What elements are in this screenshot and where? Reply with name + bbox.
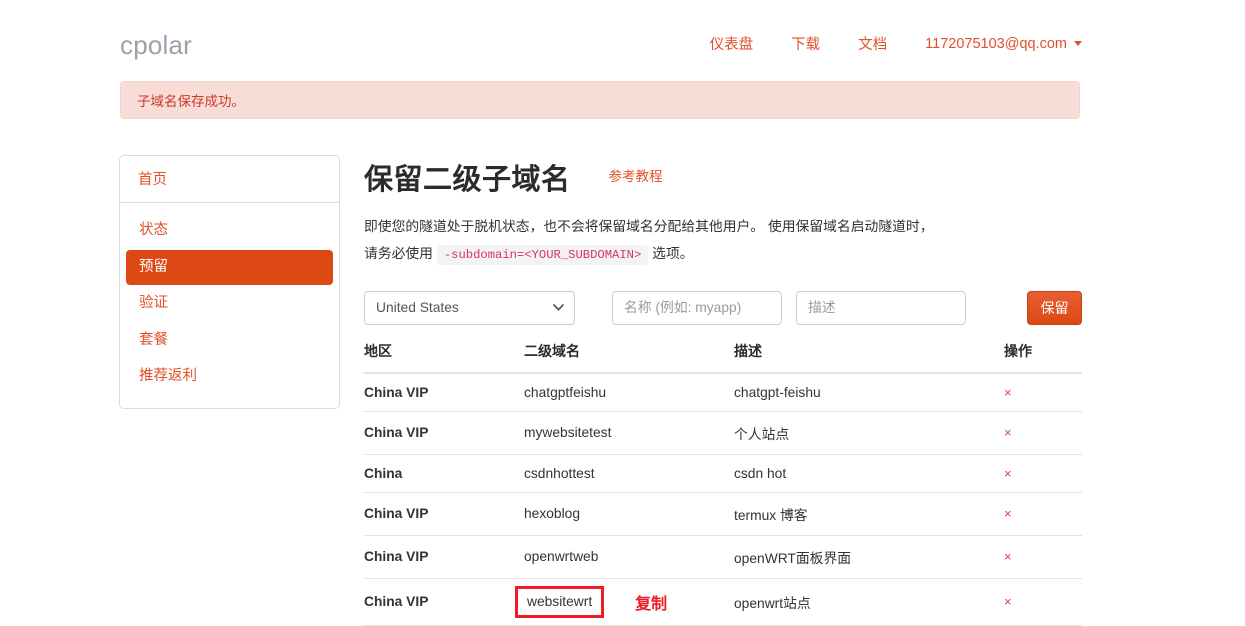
highlighted-domain-cell: websitewrt 复制 bbox=[515, 585, 734, 619]
column-header-domain: 二级域名 bbox=[524, 340, 734, 374]
table-row: China VIP openwrtweb openWRT面板界面 × bbox=[364, 535, 1082, 579]
table-row: China VIP mywebsitetest 个人站点 × bbox=[364, 411, 1082, 455]
cell-region: China VIP bbox=[364, 535, 524, 579]
cell-domain: chatgptfeishu bbox=[524, 372, 734, 412]
column-header-region: 地区 bbox=[364, 340, 524, 374]
top-navbar: cpolar 仪表盘 下载 文档 1172075103@qq.com bbox=[0, 0, 1245, 78]
copy-annotation-label: 复制 bbox=[635, 595, 668, 613]
nav-link-dashboard[interactable]: 仪表盘 bbox=[710, 33, 754, 54]
cell-domain: openwrtweb bbox=[524, 535, 734, 579]
sidebar-header: 首页 bbox=[120, 156, 339, 203]
sidebar-item-status[interactable]: 状态 bbox=[126, 213, 333, 249]
brand-logo[interactable]: cpolar bbox=[120, 30, 192, 61]
cell-region: China VIP bbox=[364, 492, 524, 536]
sidebar-item-reserved[interactable]: 预留 bbox=[126, 249, 333, 286]
cell-domain: websitewrt 复制 bbox=[515, 578, 734, 626]
page-title: 保留二级子域名 bbox=[364, 164, 571, 197]
cell-action: × bbox=[1004, 411, 1082, 455]
cell-action: × bbox=[1004, 492, 1082, 536]
table-row: China VIP websitewrt 复制 openwrt站点 × bbox=[364, 578, 1082, 626]
reserved-domains-table: 地区 二级域名 描述 操作 China VIP chatgptfeishu chat… bbox=[364, 340, 1082, 626]
cell-region: China VIP bbox=[364, 411, 524, 455]
nav-link-docs[interactable]: 文档 bbox=[858, 33, 887, 54]
delete-icon[interactable]: × bbox=[1004, 506, 1012, 521]
sidebar: 首页 状态 预留 验证 套餐 推荐返利 bbox=[119, 155, 340, 409]
sidebar-menu: 状态 预留 验证 套餐 推荐返利 bbox=[120, 203, 339, 408]
column-header-action: 操作 bbox=[1004, 340, 1082, 374]
cell-domain: mywebsitetest bbox=[524, 411, 734, 455]
sidebar-item-plan[interactable]: 套餐 bbox=[126, 323, 333, 359]
page-description: 即使您的隧道处于脱机状态，也不会将保留域名分配给其他用户。 使用保留域名启动隧道… bbox=[364, 214, 944, 268]
table-row: China VIP chatgptfeishu chatgpt-feishu × bbox=[364, 372, 1082, 412]
table-body: China VIP chatgptfeishu chatgpt-feishu × Chi… bbox=[364, 372, 1082, 626]
cell-description: 个人站点 bbox=[734, 411, 1004, 455]
delete-icon[interactable]: × bbox=[1004, 594, 1012, 609]
user-menu[interactable]: 1172075103@qq.com bbox=[925, 36, 1082, 52]
cell-description: chatgpt-feishu bbox=[734, 372, 1004, 412]
subdomain-code-snippet: -subdomain=<YOUR_SUBDOMAIN> bbox=[436, 244, 649, 265]
main-content: 保留二级子域名 参考教程 即使您的隧道处于脱机状态，也不会将保留域名分配给其他用… bbox=[364, 155, 1082, 626]
cell-region: China bbox=[364, 454, 524, 493]
nav-links: 仪表盘 下载 文档 1172075103@qq.com bbox=[710, 33, 1082, 54]
title-row: 保留二级子域名 参考教程 bbox=[364, 155, 1082, 197]
table-header-row: 地区 二级域名 描述 操作 bbox=[364, 340, 1082, 374]
sidebar-item-home[interactable]: 首页 bbox=[138, 172, 167, 188]
cell-domain: hexoblog bbox=[524, 492, 734, 536]
region-select-wrapper: United StatesChinaChina VIP bbox=[364, 290, 575, 325]
cell-action: × bbox=[1004, 454, 1082, 493]
annotation-box: websitewrt bbox=[515, 585, 605, 619]
chevron-down-icon bbox=[1074, 41, 1082, 46]
cell-action: × bbox=[1004, 578, 1082, 626]
delete-icon[interactable]: × bbox=[1004, 466, 1012, 481]
cell-description: termux 博客 bbox=[734, 492, 1004, 536]
table-row: China VIP hexoblog termux 博客 × bbox=[364, 492, 1082, 536]
cell-action: × bbox=[1004, 372, 1082, 412]
success-alert: 子域名保存成功。 bbox=[120, 81, 1080, 119]
sidebar-item-verify[interactable]: 验证 bbox=[126, 286, 333, 322]
delete-icon[interactable]: × bbox=[1004, 385, 1012, 400]
nav-link-download[interactable]: 下载 bbox=[791, 33, 820, 54]
sidebar-item-referral[interactable]: 推荐返利 bbox=[126, 359, 333, 395]
region-select[interactable]: United StatesChinaChina VIP bbox=[364, 290, 575, 325]
delete-icon[interactable]: × bbox=[1004, 425, 1012, 440]
cell-domain: csdnhottest bbox=[524, 454, 734, 493]
user-email-label: 1172075103@qq.com bbox=[925, 35, 1067, 52]
description-text-part2: 选项。 bbox=[652, 245, 694, 261]
alert-message: 子域名保存成功。 bbox=[137, 94, 245, 109]
reserve-save-button[interactable]: 保留 bbox=[1027, 290, 1082, 325]
cell-action: × bbox=[1004, 535, 1082, 579]
cell-region: China VIP bbox=[364, 578, 524, 626]
subdomain-name-input[interactable] bbox=[612, 290, 782, 325]
cell-description: openWRT面板界面 bbox=[734, 535, 1004, 579]
table-row: China csdnhottest csdn hot × bbox=[364, 454, 1082, 493]
cell-description: csdn hot bbox=[734, 454, 1004, 493]
delete-icon[interactable]: × bbox=[1004, 549, 1012, 564]
cell-description: openwrt站点 bbox=[734, 578, 1004, 626]
cell-region: China VIP bbox=[364, 372, 524, 412]
reserve-form: United StatesChinaChina VIP 保留 bbox=[364, 290, 1082, 325]
tutorial-link[interactable]: 参考教程 bbox=[609, 165, 663, 185]
column-header-description: 描述 bbox=[734, 340, 1004, 374]
table-head: 地区 二级域名 描述 操作 bbox=[364, 340, 1082, 374]
subdomain-description-input[interactable] bbox=[796, 290, 966, 325]
